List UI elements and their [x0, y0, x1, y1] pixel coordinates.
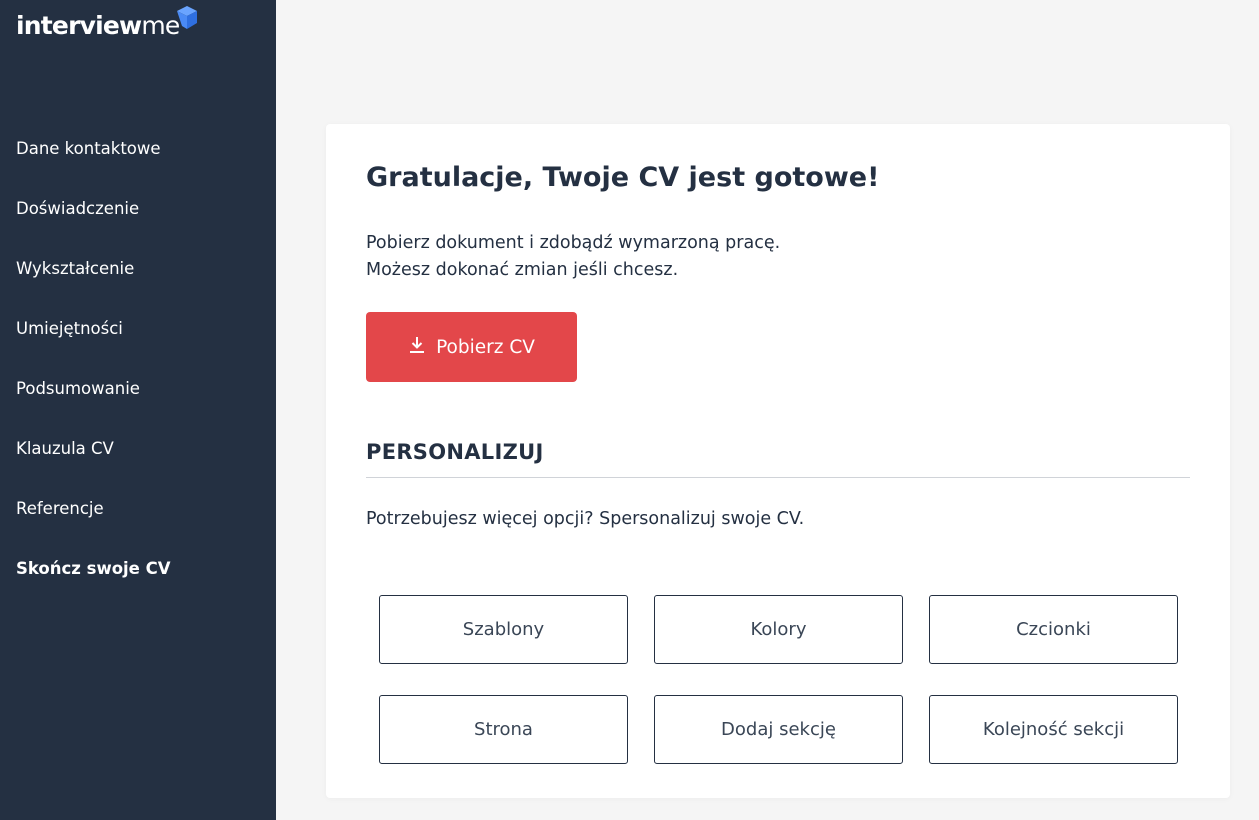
personalize-subtitle: Potrzebujesz więcej opcji? Spersonalizuj…: [366, 509, 805, 529]
personalize-heading: PERSONALIZUJ: [366, 440, 544, 464]
sidebar-item-wyksztalcenie[interactable]: Wykształcenie: [0, 238, 276, 298]
sidebar-item-klauzula-cv[interactable]: Klauzula CV: [0, 418, 276, 478]
lead-line-1: Pobierz dokument i zdobądź wymarzoną pra…: [366, 233, 781, 253]
add-section-button[interactable]: Dodaj sekcję: [654, 695, 903, 764]
logo-text-part1: interview: [16, 11, 142, 40]
page-button[interactable]: Strona: [379, 695, 628, 764]
sidebar-nav: Dane kontaktowe Doświadczenie Wykształce…: [0, 118, 276, 598]
download-cv-label: Pobierz CV: [436, 336, 535, 358]
logo-text: interviewme: [16, 8, 180, 44]
sidebar-item-skoncz-swoje-cv[interactable]: Skończ swoje CV: [0, 538, 276, 598]
lead-text: Pobierz dokument i zdobądź wymarzoną pra…: [366, 230, 780, 284]
personalize-options: Szablony Kolory Czcionki Strona Dodaj se…: [379, 595, 1178, 764]
templates-button[interactable]: Szablony: [379, 595, 628, 664]
cube-logo-icon: [176, 5, 198, 36]
sidebar-item-podsumowanie[interactable]: Podsumowanie: [0, 358, 276, 418]
finish-card: Gratulacje, Twoje CV jest gotowe! Pobier…: [326, 124, 1230, 798]
colors-button[interactable]: Kolory: [654, 595, 903, 664]
brand-logo[interactable]: interviewme: [16, 5, 198, 44]
sidebar-item-doswiadczenie[interactable]: Doświadczenie: [0, 178, 276, 238]
section-divider: [366, 477, 1190, 478]
sidebar-item-umiejetnosci[interactable]: Umiejętności: [0, 298, 276, 358]
sidebar-item-referencje[interactable]: Referencje: [0, 478, 276, 538]
fonts-button[interactable]: Czcionki: [929, 595, 1178, 664]
page-title: Gratulacje, Twoje CV jest gotowe!: [366, 162, 880, 193]
logo-text-part2: me: [141, 11, 180, 40]
lead-line-2: Możesz dokonać zmian jeśli chcesz.: [366, 260, 679, 280]
download-cv-button[interactable]: Pobierz CV: [366, 312, 577, 382]
sidebar: interviewme Dane kontaktowe Doświadczeni…: [0, 0, 276, 820]
section-order-button[interactable]: Kolejność sekcji: [929, 695, 1178, 764]
download-icon: [408, 336, 436, 359]
sidebar-item-dane-kontaktowe[interactable]: Dane kontaktowe: [0, 118, 276, 178]
